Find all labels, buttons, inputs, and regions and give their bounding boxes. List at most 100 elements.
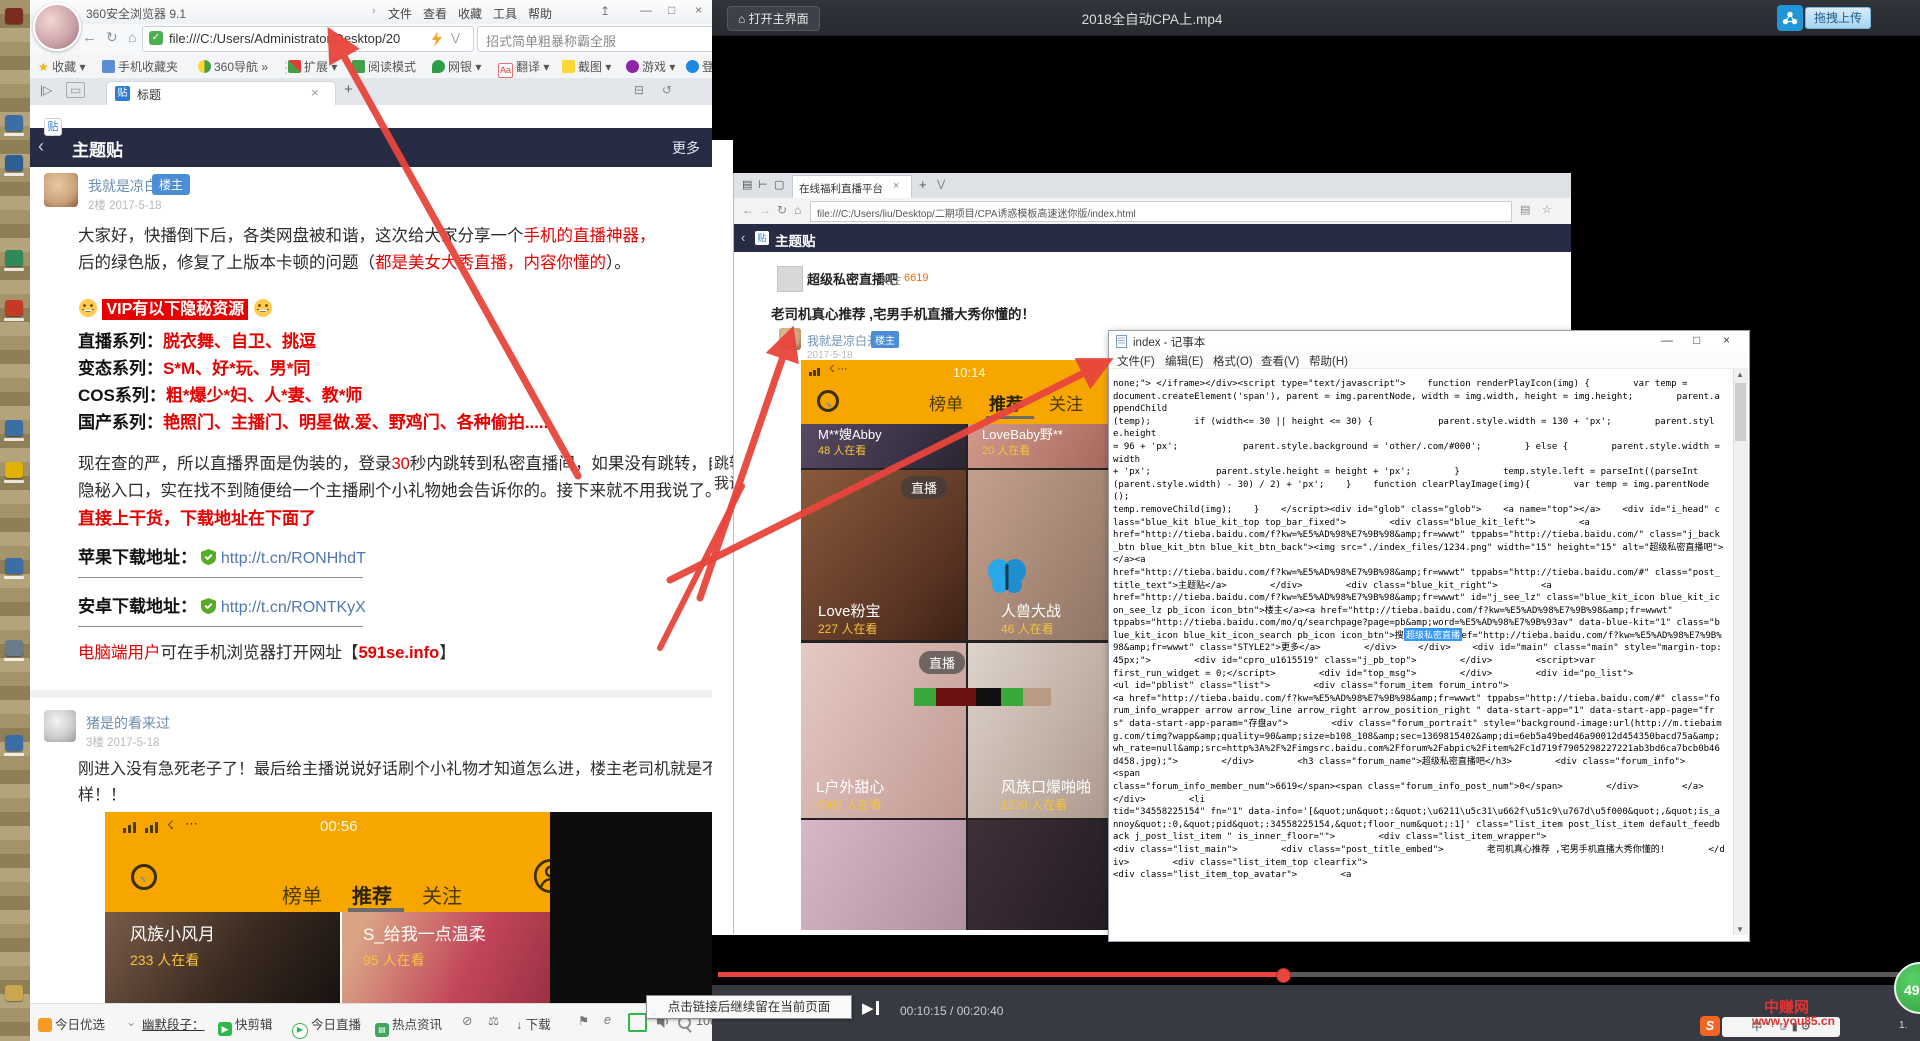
upload-tray-icon[interactable]: ↥	[600, 4, 610, 18]
window-icon[interactable]: ▢	[774, 178, 784, 191]
progress-handle[interactable]	[1276, 968, 1291, 983]
url-text[interactable]: file:///C:/Users/Administrator/Desktop/2…	[169, 31, 424, 46]
bookmark-fav[interactable]: ★ 收藏 ▾	[38, 58, 85, 75]
stream-card[interactable]: 直播 L户外甜心 3006 人在看	[801, 643, 966, 818]
back-icon[interactable]: ‹	[38, 136, 44, 157]
desktop-icon[interactable]	[5, 735, 23, 751]
favorite-star-icon[interactable]: ☆	[1542, 203, 1552, 216]
chevron-down-icon[interactable]: ⋁	[937, 179, 945, 190]
bookmark-ebank[interactable]: 网银 ▾	[432, 58, 481, 75]
menu-edit[interactable]: 编辑(E)	[1165, 353, 1203, 369]
menu-file[interactable]: 文件	[388, 5, 412, 22]
tab-rank[interactable]: 榜单	[282, 880, 322, 909]
menu-tools[interactable]: 工具	[493, 5, 517, 22]
refresh-icon[interactable]: ↻	[777, 203, 787, 217]
bookmark-screenshot[interactable]: 截图 ▾	[562, 58, 611, 75]
tab-list-icon[interactable]: ⊟	[634, 83, 644, 97]
avatar[interactable]	[33, 3, 81, 51]
desktop-icon[interactable]	[5, 558, 23, 574]
statusbar-download[interactable]: ↓ 下载	[516, 1014, 551, 1033]
statusbar-jokes[interactable]: 幽默段子：	[142, 1014, 205, 1033]
ie-icon[interactable]: e	[604, 1013, 611, 1027]
statusbar-live[interactable]: ▶今日直播	[292, 1014, 361, 1039]
search-input[interactable]: 招式简单粗暴称霸全服	[477, 26, 739, 52]
tab-recommend[interactable]: 推荐	[352, 880, 392, 909]
home-icon[interactable]: ⌂	[128, 29, 136, 45]
chevron-right-icon[interactable]: ›	[372, 5, 376, 17]
bookmark-extensions[interactable]: 扩展 ▾	[288, 58, 337, 75]
minimize-button[interactable]: —	[640, 3, 652, 17]
play-next-icon[interactable]: ▶	[862, 999, 879, 1017]
sidebar-toggle-icon[interactable]: |▷	[40, 83, 52, 97]
reader-icon[interactable]: ▤	[1520, 203, 1530, 216]
menu-file[interactable]: 文件(F)	[1117, 353, 1155, 369]
search-icon[interactable]	[131, 864, 157, 890]
stream-card[interactable]: S_给我一点温柔 95 人在看	[342, 912, 578, 1003]
embedded-app-screenshot[interactable]: ☇ ⋯ 00:56 榜单 推荐 关注 风族小风月 233 人在看 S_给我一点温…	[105, 812, 578, 1003]
minimize-button[interactable]: —	[1661, 333, 1673, 347]
maximize-button[interactable]: □	[668, 3, 675, 17]
bookmark-360nav[interactable]: 360导航 »	[198, 58, 268, 75]
new-tab-button[interactable]: +	[919, 177, 927, 192]
avatar[interactable]	[779, 328, 801, 350]
open-main-ui-button[interactable]: ⌂ 打开主界面	[727, 6, 820, 31]
bookmark-games[interactable]: 游戏 ▾	[626, 58, 675, 75]
new-tab-button[interactable]: +	[344, 81, 353, 98]
drag-upload-button[interactable]: 拖拽上传	[1805, 7, 1871, 29]
notepad-code[interactable]: none;"> </iframe></div><script type="tex…	[1113, 378, 1725, 944]
maximize-button[interactable]: □	[1693, 333, 1700, 347]
scrollbar-thumb[interactable]	[1735, 383, 1746, 441]
forum-avatar[interactable]	[777, 266, 803, 292]
home-icon[interactable]: ⌂	[794, 203, 801, 217]
avatar[interactable]	[44, 173, 78, 207]
close-button[interactable]: ×	[1723, 333, 1730, 347]
desktop-icon[interactable]	[5, 420, 23, 436]
menu-fav[interactable]: 收藏	[458, 5, 482, 22]
desktop-folder-icon[interactable]	[5, 985, 23, 1001]
back-icon[interactable]: ‹	[741, 230, 745, 245]
back-icon[interactable]: ←	[742, 203, 754, 217]
more-link[interactable]: 更多	[672, 138, 700, 158]
window-mode-icon[interactable]	[628, 1013, 647, 1032]
site-safety-shield-icon[interactable]: ✓	[149, 31, 163, 45]
pin-tab-icon[interactable]: ⊢	[758, 178, 768, 191]
statusbar-quickcut[interactable]: ▶快剪辑	[218, 1014, 273, 1036]
url-dropdown-icon[interactable]: ⋁	[451, 31, 460, 44]
avatar[interactable]	[44, 710, 76, 742]
statusbar-today-picks[interactable]: 今日优选	[38, 1014, 105, 1033]
print-icon[interactable]: ▤	[742, 178, 752, 191]
stream-card[interactable]	[801, 820, 966, 930]
desktop-icon[interactable]	[5, 250, 23, 266]
tab-follow[interactable]: 关注	[422, 880, 462, 909]
desktop-icon[interactable]	[5, 640, 23, 656]
menu-view[interactable]: 查看(V)	[1261, 353, 1299, 369]
recorded-tab[interactable]: 在线福利直播平台 ×	[792, 175, 912, 199]
tab-active[interactable]: 贴 标题 ×	[106, 81, 336, 106]
menu-help[interactable]: 帮助	[528, 5, 552, 22]
restore-tab-icon[interactable]: ↺	[662, 83, 672, 97]
menu-view[interactable]: 查看	[423, 5, 447, 22]
close-button[interactable]: ×	[695, 3, 702, 17]
notepad-titlebar[interactable]: index - 记事本 — □ ×	[1109, 331, 1747, 352]
bookmark-reader-mode[interactable]: 阅读模式	[352, 58, 416, 75]
stream-card[interactable]: 直播 Love粉宝 227 人在看	[801, 470, 966, 640]
sogou-icon[interactable]: S	[1700, 1016, 1720, 1036]
ios-download-link[interactable]: http://t.cn/RONHhdT	[221, 550, 366, 567]
search-icon[interactable]	[817, 390, 839, 412]
desktop-icon[interactable]	[5, 155, 23, 171]
post-author[interactable]: 猪是的看来过	[86, 713, 170, 733]
back-icon[interactable]: ←	[82, 29, 97, 46]
speed-icon[interactable]: ⊘	[462, 1013, 472, 1028]
tab-recommend[interactable]: 推荐	[989, 390, 1023, 415]
desktop-icon[interactable]	[5, 115, 23, 131]
scroll-up-icon[interactable]: ▲	[1736, 370, 1744, 379]
ad-block-icon[interactable]: ⚖	[488, 1013, 499, 1028]
android-download-link[interactable]: http://t.cn/RONTKyX	[221, 599, 366, 616]
tab-follow[interactable]: 关注	[1049, 390, 1083, 415]
scrollbar[interactable]: ▲ ▼	[1733, 369, 1748, 935]
menu-format[interactable]: 格式(O)	[1213, 353, 1253, 369]
recorded-url-field[interactable]: file:///C:/Users/liu/Desktop/二期项目/CPA诱惑模…	[810, 201, 1512, 222]
url-field[interactable]: ✓ file:///C:/Users/Administrator/Desktop…	[142, 26, 474, 52]
menu-help[interactable]: 帮助(H)	[1309, 353, 1348, 369]
lightning-icon[interactable]	[431, 31, 443, 47]
